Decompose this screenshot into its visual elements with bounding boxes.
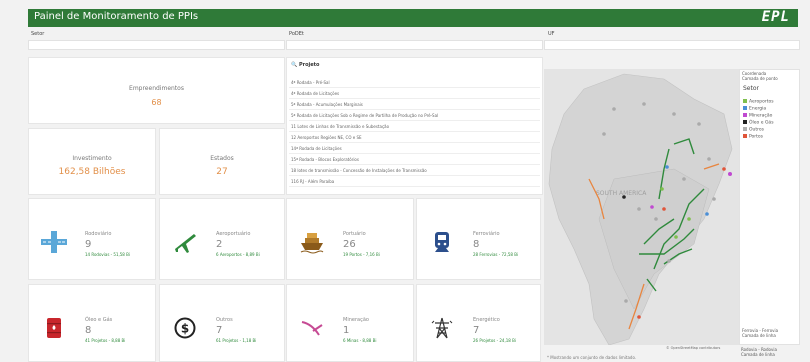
dashboard: Painel de Monitoramento de PPIs EPL Seto…	[0, 0, 810, 362]
svg-text:$: $	[181, 322, 189, 336]
highway-icon	[41, 231, 67, 253]
card-title: Energético	[473, 317, 500, 323]
sector-card-energetico[interactable]: Energético 7 26 Projetos - 24,18 Bi	[416, 284, 541, 362]
filter-label-poder: PoDEt	[289, 31, 304, 37]
legend-item[interactable]: Mineração	[743, 113, 772, 119]
kpi-value: 68	[151, 98, 162, 107]
card-title: Mineração	[343, 317, 369, 323]
card-count: 9	[85, 239, 92, 250]
project-list: 🔍 Projeto 4ª Rodada - Pré-Sal 4ª Rodada …	[286, 57, 543, 195]
list-item[interactable]: 4ª Rodada de Licitações	[289, 89, 540, 99]
card-title: Outros	[216, 317, 233, 323]
kpi-value: 27	[216, 167, 228, 177]
kpi-estados: Estados 27	[159, 128, 285, 195]
legend-swatch	[743, 134, 747, 138]
filter-label-setor: Setor	[31, 31, 45, 37]
filter-poder[interactable]	[286, 40, 543, 50]
oil-barrel-icon	[47, 318, 61, 338]
list-item[interactable]: 15ª Rodada - Blocos Exploratórios	[289, 155, 540, 165]
dollar-icon: $	[174, 317, 196, 339]
legend-swatch	[743, 99, 747, 103]
power-tower-icon	[431, 317, 453, 339]
legend-item[interactable]: Outros	[743, 127, 764, 133]
card-subtitle: 41 Projetos - 8,88 Bi	[85, 338, 126, 343]
sector-card-rodoviario[interactable]: Rodoviário 9 14 Rodovias - 51,58 Bi	[28, 198, 156, 280]
legend-layer-type: Camada de ponto	[742, 76, 778, 81]
legend-railway-type: Camada de linha	[742, 333, 776, 338]
list-item[interactable]: 5ª Rodada - Acumulações Marginais	[289, 100, 540, 110]
airplane-icon	[175, 234, 196, 253]
card-subtitle: 6 Aeroportos - 8,89 Bi	[216, 252, 260, 257]
filter-uf[interactable]	[544, 40, 800, 50]
card-count: 7	[216, 325, 223, 336]
kpi-label: Empreendimentos	[129, 85, 184, 92]
legend-swatch	[743, 127, 747, 131]
card-count: 7	[473, 325, 480, 336]
legend-item[interactable]: Aeroportos	[743, 99, 774, 105]
card-count: 8	[85, 325, 92, 336]
legend-item[interactable]: Energia	[743, 106, 766, 112]
card-count: 8	[473, 239, 480, 250]
list-item[interactable]: 4ª Rodada - Pré-Sal	[289, 78, 540, 88]
list-item[interactable]: 18 lotes de transmissão - Concessão de I…	[289, 166, 540, 176]
card-title: Portuário	[343, 231, 366, 237]
legend-swatch	[743, 106, 747, 110]
map-view[interactable]: SOUTH AMERICA	[544, 69, 739, 345]
card-subtitle: 61 Projetos - 1,18 Bi	[216, 338, 257, 343]
card-subtitle: 6 Minas - 8,88 Bi	[343, 338, 377, 343]
list-item[interactable]: 12 Aeroportos Regiões NE, CO e SE	[289, 133, 540, 143]
kpi-label: Estados	[210, 155, 234, 162]
sector-card-portuario[interactable]: Portuário 26 19 Portos - 7,16 Bi	[286, 198, 414, 280]
map-label: SOUTH AMERICA	[596, 190, 647, 197]
legend-item[interactable]: Portos	[743, 134, 763, 140]
sector-card-ferroviario[interactable]: Ferroviário 8 28 Ferrovias - 72,58 Bi	[416, 198, 541, 280]
card-title: Aeroportuário	[216, 231, 251, 237]
card-title: Óleo e Gás	[85, 317, 113, 323]
legend-item[interactable]: Óleo e Gás	[743, 120, 774, 126]
filter-setor[interactable]	[28, 40, 285, 50]
page-title: Painel de Monitoramento de PPIs	[34, 11, 199, 22]
list-item[interactable]: 11 Lotes de Linhas de Transmissão e Sube…	[289, 122, 540, 132]
legend-highway-type: Camada de linha	[741, 352, 775, 357]
card-title: Rodoviário	[85, 231, 112, 237]
kpi-empreendimentos: Empreendimentos 68	[28, 57, 285, 124]
epl-logo: EPL	[761, 9, 790, 25]
map-credit: © OpenStreetMap contributors	[666, 346, 721, 350]
card-title: Ferroviário	[473, 231, 500, 237]
list-item[interactable]: 14ª Rodada de Licitações	[289, 144, 540, 154]
sector-card-aeroportuario[interactable]: Aeroportuário 2 6 Aeroportos - 8,89 Bi	[159, 198, 285, 280]
legend-swatch	[743, 113, 747, 117]
card-count: 2	[216, 239, 223, 250]
kpi-investimento: Investimento 162,58 Bilhões	[28, 128, 156, 195]
card-subtitle: 26 Projetos - 24,18 Bi	[473, 338, 516, 343]
header-bar: Painel de Monitoramento de PPIs EPL	[28, 9, 798, 27]
sector-card-mineracao[interactable]: Mineração 1 6 Minas - 8,88 Bi	[286, 284, 414, 362]
card-subtitle: 28 Ferrovias - 72,58 Bi	[473, 252, 519, 257]
card-subtitle: 14 Rodovias - 51,58 Bi	[85, 252, 130, 257]
brazil-map: SOUTH AMERICA	[544, 69, 739, 345]
kpi-value: 162,58 Bilhões	[58, 167, 126, 177]
card-count: 1	[343, 325, 350, 336]
sector-card-outros[interactable]: $ Outros 7 61 Projetos - 1,18 Bi	[159, 284, 285, 362]
card-subtitle: 19 Portos - 7,16 Bi	[343, 252, 380, 257]
legend-swatch	[743, 120, 747, 124]
pickaxe-icon	[301, 321, 323, 336]
card-count: 26	[343, 239, 356, 250]
list-item[interactable]: 5ª Rodada de Licitações Sob o Regime de …	[289, 111, 540, 121]
map-legend: Coordenada Camada de ponto Setor Aeropor…	[739, 69, 800, 345]
kpi-label: Investimento	[72, 155, 112, 162]
footnote: * Mostrando um conjunto de dados limitad…	[547, 355, 637, 360]
train-icon	[435, 232, 449, 252]
ship-icon	[300, 233, 324, 254]
sector-card-oleo-gas[interactable]: Óleo e Gás 8 41 Projetos - 8,88 Bi	[28, 284, 156, 362]
legend-title: Setor	[743, 85, 759, 92]
filter-label-uf: UF	[548, 31, 555, 37]
project-list-header[interactable]: 🔍 Projeto	[291, 62, 319, 68]
list-item[interactable]: 116 RJ - Além Paraíba	[289, 177, 540, 187]
